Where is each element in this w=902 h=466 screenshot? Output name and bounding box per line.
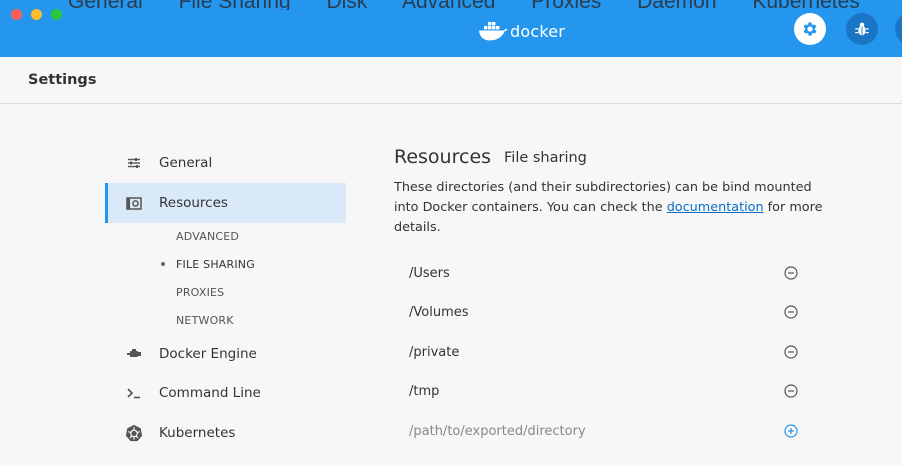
new-directory-input[interactable] [409, 423, 709, 439]
add-directory-button[interactable] [784, 424, 798, 438]
minus-circle-icon [784, 305, 798, 319]
file-sharing-description: These directories (and their subdirector… [394, 178, 834, 238]
remove-directory-button[interactable] [784, 384, 798, 398]
shared-directory-row: /private [394, 332, 814, 372]
shared-directory-row: /Volumes [394, 292, 814, 332]
new-directory-field [409, 423, 709, 439]
shared-directory-row: /tmp [394, 371, 814, 411]
minus-circle-icon [784, 266, 798, 280]
background-tab: Kubernetes [752, 0, 859, 10]
directory-path: /tmp [409, 383, 440, 399]
remove-directory-button[interactable] [784, 305, 798, 319]
background-tab: Proxies [531, 0, 601, 10]
sidebar-subitem-advanced[interactable]: ADVANCED [176, 230, 239, 243]
sidebar-item-command-line[interactable]: Command Line [105, 373, 346, 413]
minimize-window-button[interactable] [31, 9, 42, 20]
directory-path: /private [409, 344, 460, 360]
sidebar-subitem-file-sharing[interactable]: FILE SHARING [176, 258, 255, 271]
sidebar-item-label: Command Line [159, 385, 261, 401]
remove-directory-button[interactable] [784, 345, 798, 359]
engine-icon [125, 345, 143, 363]
page-title: Settings [28, 72, 97, 88]
directory-path: /Users [409, 265, 450, 281]
sidebar-item-docker-engine[interactable]: Docker Engine [105, 334, 346, 374]
sidebar-item-label: Kubernetes [159, 425, 236, 441]
sidebar-item-resources[interactable]: Resources [105, 183, 346, 223]
active-indicator-dot [161, 262, 165, 266]
background-tab: Advanced [402, 0, 495, 10]
plus-circle-icon [784, 424, 798, 438]
close-window-button[interactable] [11, 9, 22, 20]
minus-circle-icon [784, 384, 798, 398]
troubleshoot-button[interactable] [846, 13, 878, 45]
settings-button[interactable] [794, 13, 826, 45]
sliders-icon [125, 154, 143, 172]
documentation-link[interactable]: documentation [667, 200, 764, 215]
sidebar-item-label: Resources [159, 195, 228, 211]
sidebar-item-general[interactable]: General [105, 143, 346, 183]
account-button[interactable] [895, 13, 902, 45]
sidebar-subitem-network[interactable]: NETWORK [176, 314, 234, 327]
background-tab: File Sharing [179, 0, 291, 10]
terminal-icon [125, 384, 143, 402]
settings-content: General Resources ADVANCED FILE SHARING … [0, 105, 902, 466]
sidebar-item-label: General [159, 155, 213, 171]
section-title: Resources [394, 146, 492, 168]
section-subtitle: File sharing [504, 150, 587, 166]
background-tab: Daemon [637, 0, 716, 10]
shared-directory-row: /Users [394, 253, 814, 293]
zoom-window-button[interactable] [51, 9, 62, 20]
sidebar-subitem-proxies[interactable]: PROXIES [176, 286, 224, 299]
kubernetes-icon [125, 424, 143, 442]
resources-icon [125, 194, 143, 212]
remove-directory-button[interactable] [784, 266, 798, 280]
new-directory-row [394, 411, 814, 451]
background-tab: Disk [326, 0, 367, 10]
directory-path: /Volumes [409, 304, 469, 320]
sidebar-item-kubernetes[interactable]: Kubernetes [105, 413, 346, 453]
bug-icon [855, 22, 869, 36]
docker-logo: docker [478, 18, 565, 44]
docker-whale-icon [479, 22, 508, 41]
settings-header: Settings [0, 57, 902, 104]
background-tab: General [68, 0, 143, 10]
sidebar-item-label: Docker Engine [159, 346, 257, 362]
background-tabs: General File Sharing Disk Advanced Proxi… [68, 0, 902, 10]
logo-text: docker [510, 21, 566, 41]
gear-icon [803, 22, 817, 36]
minus-circle-icon [784, 345, 798, 359]
